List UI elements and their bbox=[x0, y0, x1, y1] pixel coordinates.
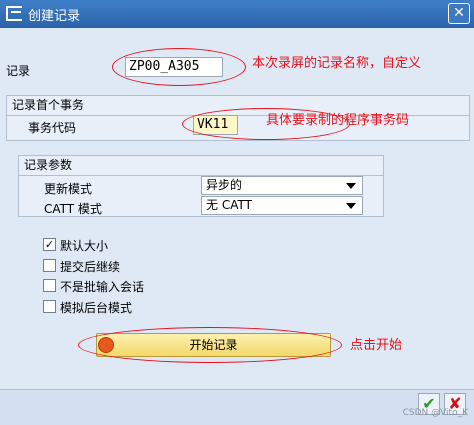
checkbox-not-batch-input[interactable] bbox=[43, 279, 56, 292]
checkbox-simulate-background[interactable] bbox=[43, 300, 56, 313]
update-mode-value: 异步的 bbox=[206, 178, 243, 192]
checkbox-default-size[interactable]: ✓ bbox=[43, 238, 56, 251]
checkbox-label: 模拟后台模式 bbox=[60, 301, 133, 315]
update-mode-select[interactable]: 异步的 bbox=[201, 176, 363, 195]
annotation-start: 点击开始 bbox=[350, 338, 403, 353]
watermark: CSDN @Vito_K bbox=[402, 408, 468, 418]
app-icon bbox=[6, 6, 22, 21]
annotation-tcode: 具体要录制的程序事务码 bbox=[266, 113, 410, 128]
record-label: 记录 bbox=[6, 64, 31, 78]
checkbox-label: 不是批输入会话 bbox=[60, 280, 145, 294]
tcode-label: 事务代码 bbox=[28, 121, 77, 135]
title-bar: 创建记录 ✕ bbox=[0, 0, 474, 28]
chevron-down-icon bbox=[346, 183, 356, 189]
close-button[interactable]: ✕ bbox=[448, 3, 470, 24]
checkbox-continue-after-commit[interactable] bbox=[43, 259, 56, 272]
chevron-down-icon bbox=[346, 203, 356, 209]
checkbox-label: 默认大小 bbox=[60, 239, 109, 253]
catt-mode-value: 无 CATT bbox=[206, 198, 252, 212]
update-mode-label: 更新模式 bbox=[44, 182, 93, 196]
record-params-group-title: 记录参数 bbox=[19, 156, 383, 176]
annotation-record-name: 本次录屏的记录名称，自定义 bbox=[252, 56, 422, 71]
window-title: 创建记录 bbox=[28, 9, 81, 24]
checkbox-label: 提交后继续 bbox=[60, 260, 121, 274]
catt-mode-label: CATT 模式 bbox=[44, 202, 102, 216]
catt-mode-select[interactable]: 无 CATT bbox=[201, 196, 363, 215]
annotation-ellipse-record bbox=[112, 48, 246, 86]
annotation-ellipse-start bbox=[78, 327, 342, 363]
footer-bar bbox=[0, 389, 474, 425]
